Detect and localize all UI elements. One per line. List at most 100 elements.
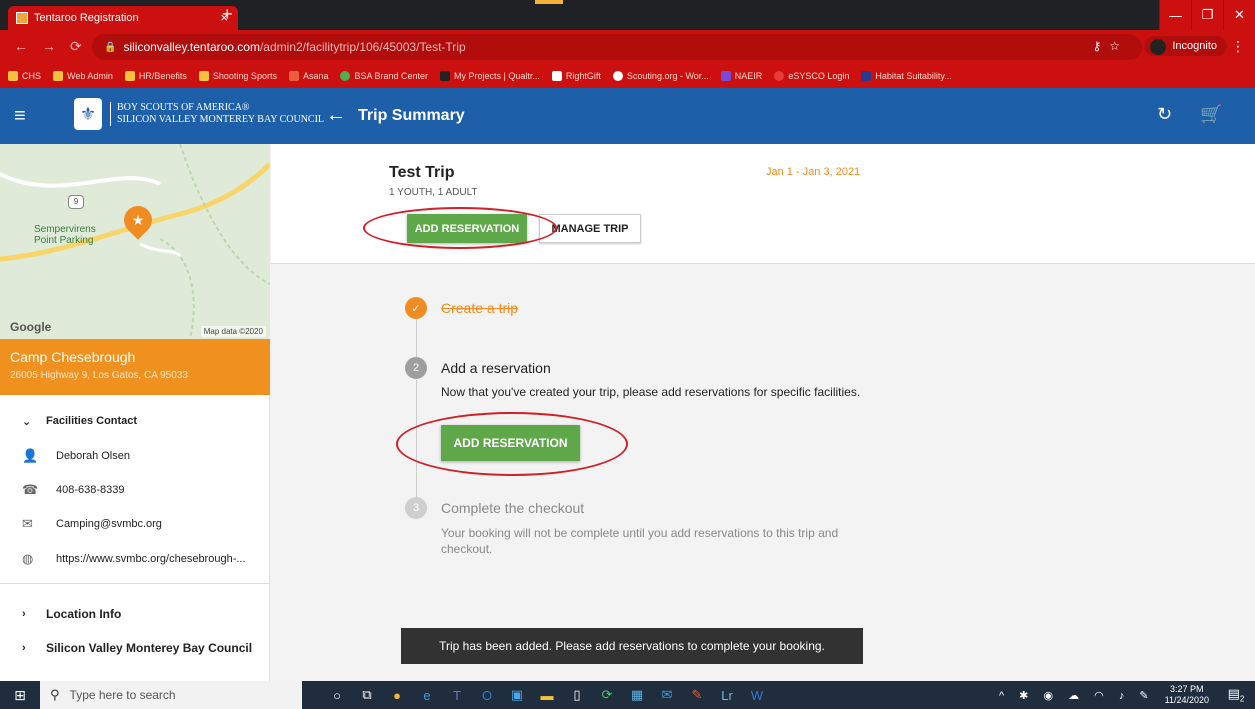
key-star-icons[interactable]: ⚷☆: [1092, 39, 1128, 53]
menu-icon[interactable]: ≡: [14, 105, 26, 128]
step-description: Your booking will not be complete until …: [441, 526, 839, 556]
trip-summary-card: Test Trip 1 YOUTH, 1 ADULT Jan 1 - Jan 3…: [271, 144, 1255, 264]
edge-icon[interactable]: e: [412, 688, 442, 703]
phone-icon: ☎: [22, 482, 39, 497]
url-host: siliconvalley.tentaroo.com: [123, 40, 260, 54]
bsa-logo: ⚜ BOY SCOUTS OF AMERICA® SILICON VALLEY …: [74, 98, 324, 130]
bookmark[interactable]: Web Admin: [53, 71, 113, 81]
sync-icon[interactable]: ⟳: [592, 687, 622, 703]
step-title: Add a reservation: [441, 360, 551, 376]
route-shield: 9: [68, 195, 84, 209]
close-window-icon[interactable]: ✕: [1223, 0, 1255, 30]
file-icon[interactable]: ▯: [562, 687, 592, 703]
app-header: ≡ ⚜ BOY SCOUTS OF AMERICA® SILICON VALLE…: [0, 88, 1255, 144]
contact-name-row: 👤 Deborah Olsen: [0, 441, 270, 471]
trip-dates: Jan 1 - Jan 3, 2021: [766, 166, 861, 178]
cortana-icon[interactable]: ○: [322, 688, 352, 703]
step-connector: [416, 380, 417, 497]
trip-name: Test Trip: [389, 164, 455, 181]
taskbar-apps: ○ ⧉ ● e T O ▣ ▬ ▯ ⟳ ▦ ✉ ✎ Lr W: [322, 681, 772, 709]
contact-email-row[interactable]: ✉ Camping@svmbc.org: [0, 509, 270, 539]
contact-phone-row[interactable]: ☎ 408-638-8339: [0, 475, 270, 505]
bookmark[interactable]: eSYSCO Login: [774, 71, 849, 81]
clock[interactable]: 3:27 PM 11/24/2020: [1165, 684, 1209, 706]
facilities-contact-toggle[interactable]: ⌄ Facilities Contact: [0, 406, 270, 436]
camp-name: Camp Chesebrough: [10, 349, 136, 365]
chevron-right-icon: ›: [22, 608, 26, 620]
minimize-icon[interactable]: —: [1159, 0, 1191, 30]
browser-menu-icon[interactable]: ⋮: [1231, 38, 1245, 55]
add-reservation-step-button[interactable]: ADD RESERVATION: [441, 425, 580, 461]
lightroom-icon[interactable]: Lr: [712, 688, 742, 703]
step-number: 2: [405, 357, 427, 379]
manage-trip-button[interactable]: MANAGE TRIP: [539, 214, 641, 243]
teams-icon[interactable]: T: [442, 688, 472, 703]
bookmark[interactable]: Shooting Sports: [198, 71, 277, 81]
nav-buttons[interactable]: ←→⟳: [14, 38, 96, 55]
back-arrow-icon[interactable]: ←: [326, 104, 346, 127]
step-complete-check-icon: ✓: [405, 297, 427, 319]
address-bar-row: ←→⟳ 🔒 siliconvalley.tentaroo.com/admin2/…: [0, 30, 1255, 64]
bookmark[interactable]: My Projects | Qualtr...: [440, 71, 540, 81]
bookmark[interactable]: HR/Benefits: [124, 71, 187, 81]
bookmark[interactable]: BSA Brand Center: [340, 71, 428, 81]
map-pin-icon[interactable]: ★: [118, 200, 158, 240]
step-number: 3: [405, 497, 427, 519]
cart-icon[interactable]: 🛒: [1200, 104, 1222, 125]
chrome-icon[interactable]: ●: [382, 688, 412, 703]
tray-icons[interactable]: ^ ✱ ◉ ☁ ◠ ♪ ✎: [999, 689, 1155, 702]
bookmark[interactable]: Scouting.org - Wor...: [612, 71, 709, 81]
add-reservation-button[interactable]: ADD RESERVATION: [407, 214, 527, 243]
refresh-icon[interactable]: ↻: [1157, 104, 1172, 125]
mail-app-icon[interactable]: ✉: [652, 687, 682, 703]
contact-url-row[interactable]: ◍ https://www.svmbc.org/chesebrough-...: [0, 544, 270, 574]
favicon-icon: [16, 12, 28, 24]
map-place-label: Sempervirens Point Parking: [34, 224, 96, 246]
windows-taskbar: ⊞ ⚲ Type here to search ○ ⧉ ● e T O ▣ ▬ …: [0, 681, 1255, 709]
page-title: Trip Summary: [358, 107, 465, 124]
lock-icon: 🔒: [104, 41, 117, 53]
incognito-badge[interactable]: Incognito: [1144, 36, 1227, 56]
window-controls: — ❐ ✕: [1159, 0, 1255, 30]
snackbar-toast: Trip has been added. Please add reservat…: [401, 628, 863, 664]
outlook-icon[interactable]: O: [472, 688, 502, 703]
globe-icon: ◍: [22, 551, 34, 566]
windows-start-icon[interactable]: ⊞: [0, 681, 40, 709]
url-bar[interactable]: 🔒 siliconvalley.tentaroo.com/admin2/faci…: [92, 34, 1142, 60]
person-icon: 👤: [22, 448, 39, 463]
bookmark[interactable]: CHS: [8, 71, 41, 81]
bookmark[interactable]: Habitat Suitability...: [861, 71, 952, 81]
camp-card: Camp Chesebrough 26005 Highway 9, Los Ga…: [0, 339, 270, 395]
calculator-icon[interactable]: ▦: [622, 687, 652, 703]
location-map[interactable]: 9 Sempervirens Point Parking ★ Google Ma…: [0, 144, 270, 339]
notification-icon[interactable]: ▤2: [1227, 686, 1245, 704]
divider: [0, 583, 270, 584]
paint-icon[interactable]: ✎: [682, 687, 712, 703]
camp-address: 26005 Highway 9, Los Gatos, CA 95033: [10, 370, 188, 381]
map-provider-logo: Google: [10, 320, 52, 334]
trip-participants: 1 YOUTH, 1 ADULT: [389, 187, 478, 198]
task-view-icon[interactable]: ⧉: [352, 687, 382, 703]
bookmark[interactable]: RightGift: [551, 71, 601, 81]
step-title: Complete the checkout: [441, 500, 585, 516]
url-path: /admin2/facilitytrip/106/45003/Test-Trip: [259, 40, 466, 54]
restore-icon[interactable]: ❐: [1191, 0, 1223, 30]
bookmark[interactable]: NAEIR: [720, 71, 762, 81]
new-tab-button[interactable]: +: [222, 4, 233, 25]
browser-tab[interactable]: Tentaroo Registration ×: [8, 6, 238, 30]
step-connector: [416, 319, 417, 357]
council-toggle[interactable]: › Silicon Valley Monterey Bay Council: [0, 634, 270, 662]
bookmark[interactable]: Asana: [288, 71, 328, 81]
map-attribution: Map data ©2020: [200, 326, 266, 337]
fleur-de-lis-icon: ⚜: [74, 98, 102, 130]
mail-icon: ✉: [22, 516, 33, 531]
word-icon[interactable]: W: [742, 688, 772, 703]
location-info-toggle[interactable]: › Location Info: [0, 600, 270, 628]
search-icon: ⚲: [50, 687, 60, 702]
taskbar-search[interactable]: ⚲ Type here to search: [40, 681, 302, 709]
chevron-down-icon: ⌄: [22, 415, 32, 428]
explorer-icon[interactable]: ▬: [532, 688, 562, 703]
system-tray: ^ ✱ ◉ ☁ ◠ ♪ ✎ 3:27 PM 11/24/2020: [999, 681, 1209, 709]
chevron-right-icon: ›: [22, 642, 26, 654]
app-icon[interactable]: ▣: [502, 687, 532, 703]
